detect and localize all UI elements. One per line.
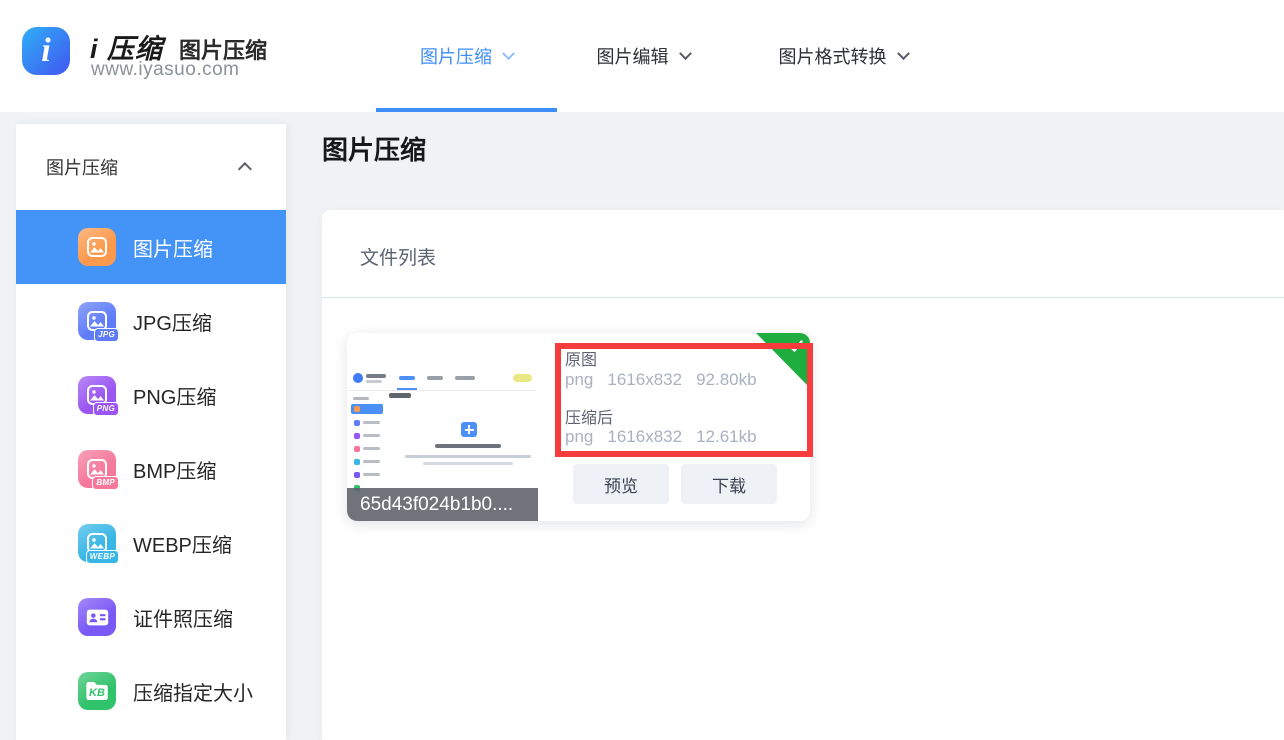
image-compress-icon [78,228,116,266]
brand-url: www.iyasuo.com [91,59,240,81]
file-list-panel: 文件列表 65d43f024b1b0.... [322,210,1284,740]
page-title: 图片压缩 [322,130,426,167]
file-list-title: 文件列表 [360,243,436,270]
bmp-compress-icon: BMP [78,450,116,488]
site-logo-icon[interactable]: i [22,27,70,75]
nav-tab-label: 图片压缩 [420,43,492,69]
sidebar-item-webp-compress[interactable]: WEBP WEBP压缩 [16,506,286,580]
original-label: 原图 [565,346,597,370]
active-tab-underline [376,108,557,112]
jpg-compress-icon: JPG [78,302,116,340]
sidebar-item-bmp-compress[interactable]: BMP BMP压缩 [16,432,286,506]
format-badge: WEBP [86,550,119,564]
nav-tab-image-edit[interactable]: 图片编辑 [557,0,729,112]
check-icon [788,338,804,354]
download-button[interactable]: 下载 [681,464,777,504]
kb-badge: KB [85,683,109,702]
nav-tab-image-compress[interactable]: 图片压缩 [376,0,557,112]
sidebar-group-header[interactable]: 图片压缩 [16,124,286,210]
thumbnail-preview [349,364,536,488]
id-photo-icon [78,598,116,636]
kb-size-icon: KB [78,672,116,710]
sidebar-item-label: BMP压缩 [133,455,216,484]
sidebar-item-label: JPG压缩 [133,307,212,336]
main-nav: 图片压缩 图片编辑 图片格式转换 [376,0,957,112]
sidebar-item-label: PNG压缩 [133,381,216,410]
original-info: png 1616x832 92.80kb [565,370,771,390]
compressed-label: 压缩后 [565,404,613,428]
compressed-info: png 1616x832 12.61kb [565,427,771,447]
nav-tab-format-convert[interactable]: 图片格式转换 [729,0,957,112]
original-format: png [565,370,593,389]
original-size: 92.80kb [696,370,757,389]
top-header: i i 压缩 图片压缩 www.iyasuo.com 图片压缩 图片编辑 图片格… [0,0,1284,112]
chevron-up-icon [238,162,252,176]
chevron-down-icon [502,47,515,60]
compressed-dimensions: 1616x832 [607,427,682,446]
sidebar: 图片压缩 图片压缩 JPG JPG压缩 PNG PNG压缩 BMP BMP压缩 [16,124,286,740]
compressed-format: png [565,427,593,446]
sidebar-item-label: 图片压缩 [133,233,213,262]
sidebar-item-png-compress[interactable]: PNG PNG压缩 [16,358,286,432]
sidebar-item-label: WEBP压缩 [133,529,232,558]
sidebar-item-id-photo-compress[interactable]: 证件照压缩 [16,580,286,654]
sidebar-group-title: 图片压缩 [46,154,118,180]
file-thumbnail[interactable]: 65d43f024b1b0.... [347,333,538,521]
format-badge: BMP [92,476,119,490]
file-card: 65d43f024b1b0.... 原图 png1616x83292.80kb … [347,333,810,521]
sidebar-item-jpg-compress[interactable]: JPG JPG压缩 [16,284,286,358]
file-name-label: 65d43f024b1b0.... [347,488,538,521]
chevron-down-icon [679,47,692,60]
format-badge: PNG [93,402,119,416]
sidebar-item-image-compress[interactable]: 图片压缩 [16,210,286,284]
chevron-down-icon [897,47,910,60]
panel-divider [322,297,1284,298]
sidebar-item-label: 压缩指定大小 [133,677,253,706]
sidebar-item-compress-to-size[interactable]: KB 压缩指定大小 [16,654,286,728]
preview-button[interactable]: 预览 [573,464,669,504]
sidebar-item-label: 证件照压缩 [133,603,233,632]
webp-compress-icon: WEBP [78,524,116,562]
mini-upload-plus-icon [461,422,477,437]
nav-tab-label: 图片编辑 [597,43,669,69]
compressed-size: 12.61kb [696,427,757,446]
original-dimensions: 1616x832 [607,370,682,389]
png-compress-icon: PNG [78,376,116,414]
format-badge: JPG [94,328,119,342]
nav-tab-label: 图片格式转换 [779,43,887,69]
